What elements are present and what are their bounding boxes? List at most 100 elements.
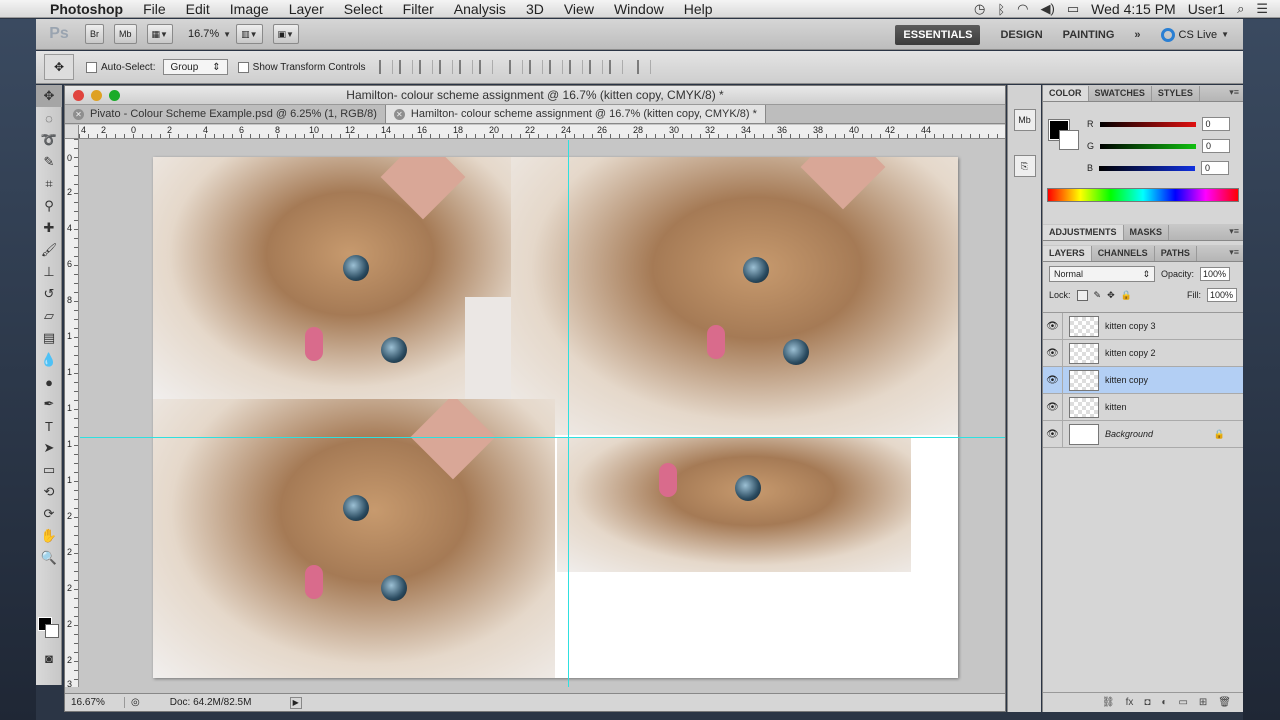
zoom-window-icon[interactable]	[109, 90, 120, 101]
background-color-box[interactable]	[1059, 130, 1079, 150]
notification-list-icon[interactable]: ☰	[1256, 1, 1268, 17]
rectangle-tool-icon[interactable]: ▭	[36, 459, 62, 481]
panel-menu-icon[interactable]: ▾≡	[1229, 226, 1239, 237]
type-tool-icon[interactable]: T	[36, 415, 62, 437]
auto-align-layers-icon[interactable]	[636, 60, 651, 74]
lock-image-pixels-icon[interactable]: ✎	[1094, 290, 1102, 301]
close-tab-icon[interactable]: ✕	[393, 108, 405, 120]
menubar-clock[interactable]: Wed 4:15 PM	[1091, 1, 1176, 17]
menu-layer[interactable]: Layer	[279, 1, 334, 17]
close-window-icon[interactable]	[73, 90, 84, 101]
healing-brush-tool-icon[interactable]: ✚	[36, 217, 62, 239]
vertical-guide[interactable]	[568, 140, 569, 687]
color-spectrum-ramp[interactable]	[1047, 188, 1239, 202]
layer-row[interactable]: 👁 kitten	[1043, 393, 1243, 421]
tab-masks[interactable]: MASKS	[1124, 225, 1170, 240]
history-panel-icon[interactable]: ⎘	[1013, 155, 1036, 177]
menu-app-photoshop[interactable]: Photoshop	[40, 1, 133, 17]
visibility-eye-icon[interactable]: 👁	[1043, 312, 1063, 340]
distribute-bottom-edges-icon[interactable]	[548, 60, 563, 74]
spotlight-search-icon[interactable]: ⌕	[1237, 1, 1244, 17]
layer-name[interactable]: kitten copy 3	[1105, 321, 1156, 331]
tab-styles[interactable]: STYLES	[1152, 86, 1200, 101]
align-left-edges-icon[interactable]	[438, 60, 453, 74]
volume-icon[interactable]: ◀)	[1041, 1, 1055, 17]
lock-transparent-pixels-icon[interactable]	[1076, 289, 1088, 301]
align-horizontal-centers-icon[interactable]	[458, 60, 473, 74]
eyedropper-tool-icon[interactable]: ⚲	[36, 195, 62, 217]
layer-name[interactable]: kitten copy	[1105, 375, 1148, 385]
dodge-tool-icon[interactable]: ●	[36, 371, 62, 393]
visibility-eye-icon[interactable]: 👁	[1043, 339, 1063, 367]
blue-slider[interactable]	[1099, 165, 1196, 171]
move-tool-icon[interactable]: ✥	[36, 85, 62, 107]
menu-view[interactable]: View	[554, 1, 604, 17]
visibility-eye-icon[interactable]: 👁	[1043, 420, 1063, 448]
brush-tool-icon[interactable]: 🖌	[36, 239, 62, 261]
canvas-pasteboard[interactable]	[80, 140, 1005, 687]
kitten-image-top-right[interactable]	[511, 157, 958, 435]
fill-field[interactable]: 100%	[1207, 288, 1237, 302]
tab-adjustments[interactable]: ADJUSTMENTS	[1043, 225, 1124, 240]
zoom-level-select[interactable]: 16.7% ▼	[188, 28, 231, 40]
layer-name[interactable]: kitten	[1105, 402, 1127, 412]
quick-mask-icon[interactable]: ◙	[36, 647, 62, 669]
tab-swatches[interactable]: SWATCHES	[1089, 86, 1152, 101]
minimize-window-icon[interactable]	[91, 90, 102, 101]
time-machine-icon[interactable]: ◷	[974, 1, 985, 17]
status-zoom-value[interactable]: 16.67%	[65, 697, 125, 708]
menu-select[interactable]: Select	[334, 1, 393, 17]
document-canvas[interactable]	[153, 157, 958, 678]
tab-channels[interactable]: CHANNELS	[1092, 246, 1155, 261]
distribute-right-edges-icon[interactable]	[608, 60, 623, 74]
delete-layer-icon[interactable]: 🗑	[1218, 697, 1231, 708]
3d-orbit-tool-icon[interactable]: ⟳	[36, 503, 62, 525]
workspace-painting[interactable]: PAINTING	[1063, 29, 1115, 41]
menubar-user[interactable]: User1	[1188, 1, 1225, 17]
green-value-field[interactable]: 0	[1202, 139, 1231, 153]
launch-bridge-button[interactable]: Br	[85, 24, 104, 44]
cs-review-icon[interactable]: ◎	[131, 697, 140, 708]
menu-window[interactable]: Window	[604, 1, 674, 17]
layer-name[interactable]: Background	[1105, 429, 1153, 439]
lock-all-icon[interactable]: 🔒	[1121, 290, 1132, 301]
green-slider[interactable]	[1100, 143, 1197, 149]
layer-row[interactable]: 👁 kitten copy 3	[1043, 312, 1243, 340]
blue-value-field[interactable]: 0	[1201, 161, 1230, 175]
ruler-origin[interactable]	[65, 125, 79, 139]
menu-image[interactable]: Image	[220, 1, 279, 17]
menu-filter[interactable]: Filter	[393, 1, 444, 17]
screen-mode-button[interactable]: ▣ ▼	[272, 24, 299, 44]
horizontal-ruler[interactable]: 4 2 0 2 4 6 8 10 12 14 16 18 20 22 24 26…	[79, 125, 1005, 139]
cs-live-button[interactable]: CS Live ▼	[1160, 27, 1229, 42]
lock-position-icon[interactable]: ✥	[1107, 290, 1115, 301]
kitten-image-top-left[interactable]	[153, 157, 511, 399]
marquee-tool-icon[interactable]: ◌	[36, 107, 62, 129]
tab-layers[interactable]: LAYERS	[1043, 246, 1092, 261]
layer-row-selected[interactable]: 👁 kitten copy	[1043, 366, 1243, 394]
auto-select-target-select[interactable]: Group ⇕	[163, 59, 228, 75]
move-tool-preset-picker[interactable]: ✥	[44, 54, 74, 80]
adjustment-layer-icon[interactable]: ◐	[1161, 697, 1167, 708]
link-layers-icon[interactable]: ⛓	[1102, 697, 1115, 708]
arrange-documents-button[interactable]: ▥ ▼	[236, 24, 263, 44]
distribute-left-edges-icon[interactable]	[568, 60, 583, 74]
panel-menu-icon[interactable]: ▾≡	[1229, 87, 1239, 98]
close-tab-icon[interactable]: ✕	[73, 108, 84, 120]
layer-row[interactable]: 👁 kitten copy 2	[1043, 339, 1243, 367]
horizontal-guide[interactable]	[80, 437, 1005, 438]
document-title-bar[interactable]: Hamilton- colour scheme assignment @ 16.…	[65, 86, 1005, 105]
tab-pivato-document[interactable]: ✕ Pivato - Colour Scheme Example.psd @ 6…	[65, 105, 386, 123]
distribute-horizontal-centers-icon[interactable]	[588, 60, 603, 74]
panel-menu-icon[interactable]: ▾≡	[1229, 247, 1239, 258]
kitten-image-bottom-right[interactable]	[557, 437, 911, 572]
zoom-tool-icon[interactable]: 🔍	[36, 547, 62, 569]
layer-row-background[interactable]: 👁 Background 🔒	[1043, 420, 1243, 448]
distribute-vertical-centers-icon[interactable]	[528, 60, 543, 74]
kitten-image-bottom-left[interactable]	[153, 399, 555, 678]
layer-name[interactable]: kitten copy 2	[1105, 348, 1156, 358]
auto-select-checkbox[interactable]	[86, 61, 97, 73]
menu-analysis[interactable]: Analysis	[444, 1, 516, 17]
visibility-eye-icon[interactable]: 👁	[1043, 366, 1063, 394]
tab-hamilton-document[interactable]: ✕ Hamilton- colour scheme assignment @ 1…	[385, 105, 766, 123]
